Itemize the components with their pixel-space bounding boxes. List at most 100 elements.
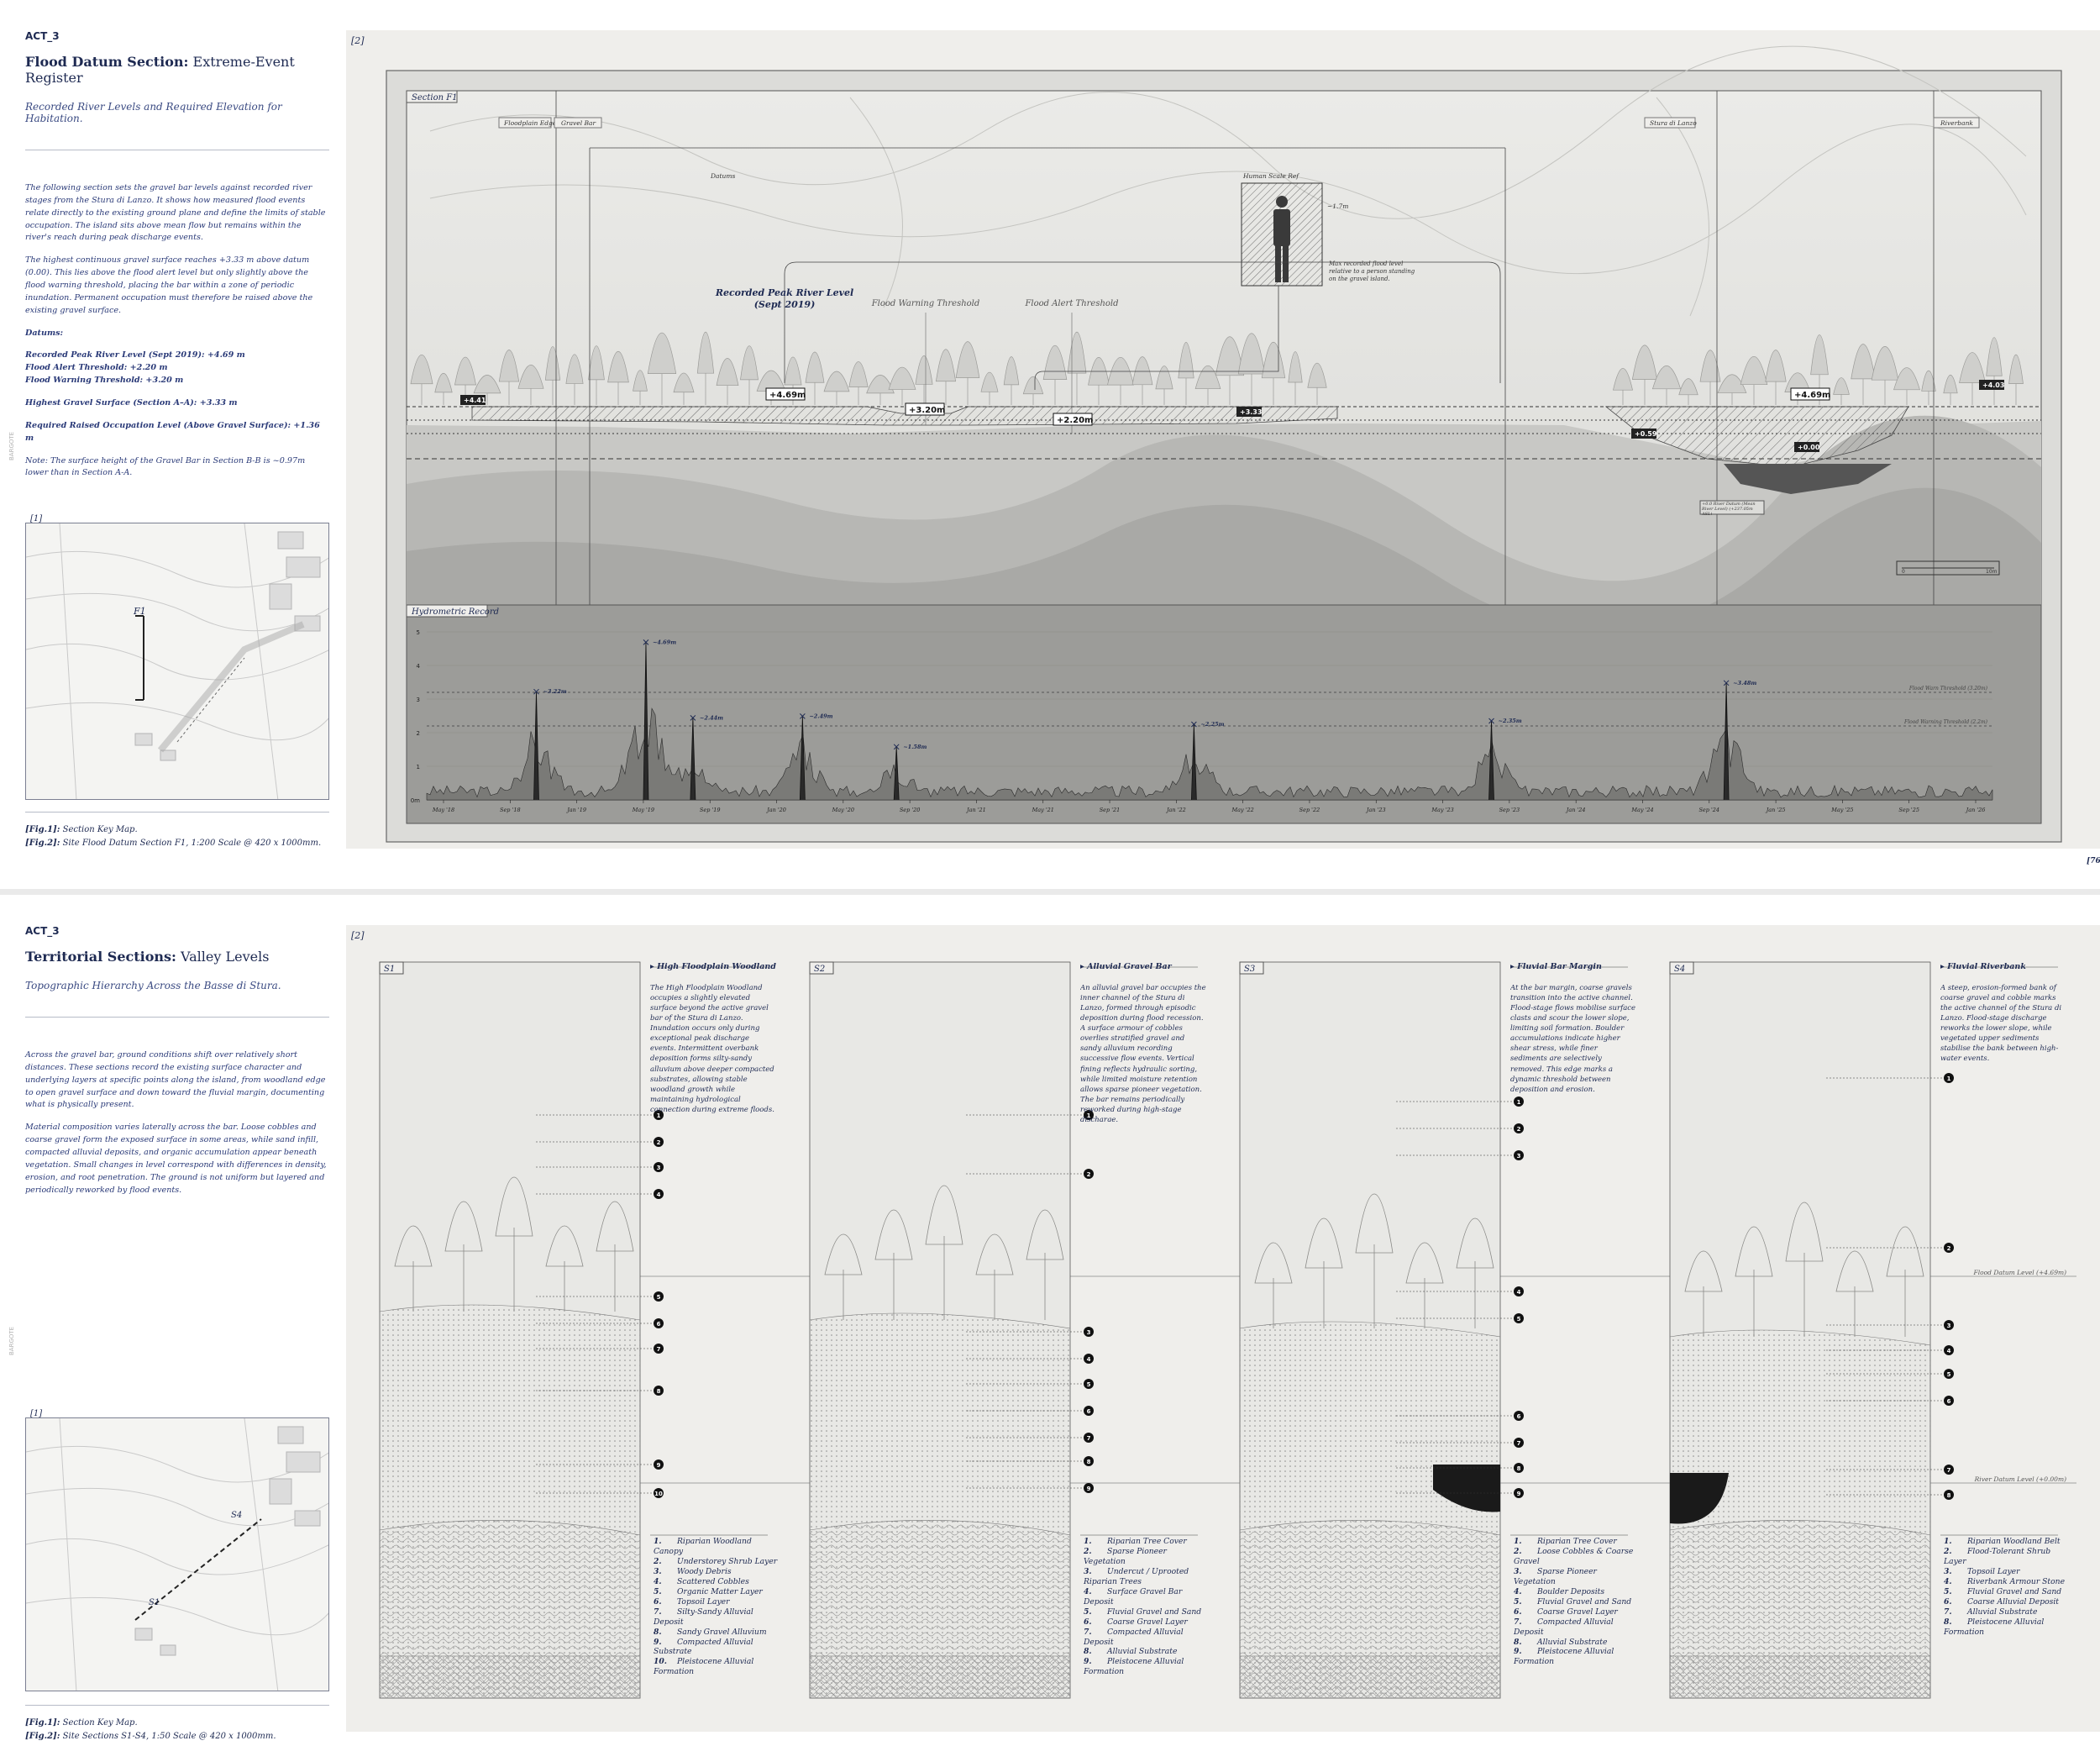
marker-number: 7 <box>1517 1440 1521 1447</box>
level-peak: +4.69m <box>769 391 806 400</box>
marker-number: 2 <box>1947 1245 1951 1252</box>
datums-label: Datums <box>710 172 735 180</box>
marker-number: 6 <box>1087 1408 1091 1415</box>
tag: Riverbank <box>1940 119 1973 127</box>
legend-item: 1. Riparian Tree Cover <box>1514 1537 1617 1546</box>
paragraph: The highest continuous gravel surface re… <box>25 255 313 315</box>
legend-item: 3. Undercut / Uprooted Riparian Trees <box>1084 1566 1189 1586</box>
hydro-xtick: May '22 <box>1231 807 1253 813</box>
legend-item: 2. Understorey Shrub Layer <box>654 1556 778 1566</box>
body-text: Across the gravel bar, ground conditions… <box>25 1049 329 1196</box>
marker-number: 9 <box>1087 1486 1091 1492</box>
legend-item: 2. Loose Cobbles & Coarse Gravel <box>1514 1546 1634 1566</box>
vertical-credit: BARGOTE <box>8 1326 15 1355</box>
marker-number: 4 <box>1947 1348 1951 1354</box>
act-label: ACT_3 <box>25 30 60 42</box>
legend-item: 6. Coarse Alluvial Deposit <box>1944 1596 2059 1607</box>
page-subtitle: Topographic Hierarchy Across the Basse d… <box>25 980 281 991</box>
warning-label: Flood Warning Threshold <box>871 299 980 308</box>
marker-number: 10 <box>654 1491 663 1497</box>
section-legend: 1. Riparian Tree Cover 2. Sparse Pioneer Ve… <box>1084 1537 1210 1677</box>
datums-heading: Datums: <box>25 328 64 338</box>
marker-number: 2 <box>657 1139 661 1146</box>
section-id: S4 <box>1674 965 1685 974</box>
stratum-layer <box>379 1655 641 1699</box>
paragraph: Material composition varies laterally ac… <box>25 1123 327 1195</box>
hydro-xtick: Jan '24 <box>1565 807 1586 813</box>
section-text: The High Floodplain Woodland occupies a … <box>650 984 774 1114</box>
marker-number: 7 <box>1087 1435 1091 1442</box>
legend-item: 1. Riparian Woodland Canopy <box>654 1537 752 1556</box>
datum-item: Flood Warning Threshold: +3.20 m <box>25 376 184 386</box>
marker-number: 8 <box>1087 1459 1091 1465</box>
section-description: ▸ Alluvial Gravel Bar An alluvial gravel … <box>1080 962 1206 1122</box>
section-title: ▸ High Floodplain Woodland <box>650 962 776 971</box>
warning-threshold-label: Flood Warn Threshold (3.20m) <box>1908 686 1988 692</box>
legend-item: 3. Topsoil Layer <box>1944 1566 2020 1576</box>
legend-item: 2. Sparse Pioneer Vegetation <box>1084 1546 1167 1566</box>
marker-number: 7 <box>657 1346 661 1353</box>
marker-number: 5 <box>1947 1371 1951 1378</box>
legend-item: 8. Alluvial Substrate <box>1514 1637 1608 1647</box>
level-left: +4.41 <box>464 397 486 404</box>
tag: Stura di Lanzo <box>1650 119 1697 127</box>
legend-item: 5. Organic Matter Layer <box>654 1586 763 1596</box>
hydro-xtick: May '21 <box>1032 807 1054 813</box>
marker-number: 3 <box>1517 1153 1521 1160</box>
legend-item: 3. Woody Debris <box>654 1566 732 1576</box>
hydro-xtick: May '19 <box>632 807 654 813</box>
divider <box>25 1017 329 1018</box>
hydro-xtick: Sep '19 <box>700 807 721 813</box>
hydro-xtick: May '23 <box>1431 807 1453 813</box>
legend-item: 1. Riparian Tree Cover <box>1084 1537 1187 1546</box>
hydro-peak-label: ~2.25m <box>1200 721 1224 728</box>
section-column-s1: S112345678910▸ High Floodplain WoodlandT… <box>379 961 778 1699</box>
legend-item: 4. Scattered Cobbles <box>654 1576 749 1586</box>
section-column-s2: S2123456789▸ Alluvial Gravel BarAn alluv… <box>809 961 1210 1699</box>
hydro-xtick: Jan '19 <box>565 807 586 813</box>
section-description: ▸ Fluvial Bar Margin At the bar margin, c… <box>1510 962 1636 1095</box>
marker-number: 8 <box>1947 1492 1951 1499</box>
scale-end: 10m <box>1986 569 1998 575</box>
stratum-layer <box>1669 1655 1931 1699</box>
paragraph: Across the gravel bar, ground conditions… <box>25 1050 326 1110</box>
marker-number: 8 <box>657 1388 661 1395</box>
section-id: S3 <box>1244 965 1255 974</box>
section-description: ▸ Fluvial Riverbank A steep, erosion-form… <box>1940 962 2066 1065</box>
hydro-peak-label: ~1.58m <box>903 744 927 750</box>
hydro-ytick: 4 <box>417 663 421 670</box>
legend-item: 4. Riverbank Armour Stone <box>1944 1576 2066 1586</box>
legend-item: 9. Pleistocene Alluvial Formation <box>1514 1647 1614 1667</box>
marker-number: 9 <box>657 1462 661 1469</box>
human-height: ~1.7m <box>1327 202 1348 210</box>
hydro-peak-label: ~2.44m <box>700 714 723 721</box>
alert-threshold-label: Flood Warning Threshold (2.2m) <box>1903 719 1988 725</box>
datum-item: Recorded Peak River Level (Sept 2019): +… <box>25 350 245 360</box>
map-section-label: S4 <box>231 1511 242 1520</box>
hydro-peak-label: ~4.69m <box>653 639 676 645</box>
hydro-ytick: 0m <box>411 797 420 804</box>
divider <box>25 812 329 813</box>
territorial-sections-board: ACT_3 Territorial Sections: Valley Level… <box>0 895 2100 1746</box>
section-title: ▸ Fluvial Bar Margin <box>1510 962 1602 971</box>
territorial-sections-drawing: Flood Datum Level (+4.69m) River Datum L… <box>379 961 2076 1699</box>
level-mid: +3.33 <box>1240 408 1262 416</box>
legend-item: 4. Boulder Deposits <box>1514 1586 1605 1596</box>
key-map-drawing: F1 <box>26 523 328 799</box>
marker-number: 5 <box>1087 1381 1091 1388</box>
marker-number: 6 <box>657 1321 661 1328</box>
marker-number: 4 <box>1517 1289 1521 1296</box>
section-text: An alluvial gravel bar occupies the inne… <box>1080 984 1206 1122</box>
stratum-layer <box>809 1655 1071 1699</box>
marker-number: 8 <box>1517 1465 1521 1472</box>
alert-label: Flood Alert Threshold <box>1024 299 1118 308</box>
hydro-xtick: May '25 <box>1830 807 1853 813</box>
page-subtitle: Recorded River Levels and Required Eleva… <box>25 101 282 124</box>
legend-item: 6. Coarse Gravel Layer <box>1514 1607 1618 1617</box>
legend-item: 8. Sandy Gravel Alluvium <box>654 1627 767 1637</box>
section-panel: [2] Section F1 Floodplain Edge Gravel Ba… <box>346 30 2100 849</box>
human-scale-label: Human Scale Ref <box>1242 172 1299 180</box>
vertical-credit: BARGOTE <box>8 431 15 460</box>
hydro-xtick: Sep '21 <box>1100 807 1121 813</box>
hydro-ytick: 3 <box>417 697 420 703</box>
